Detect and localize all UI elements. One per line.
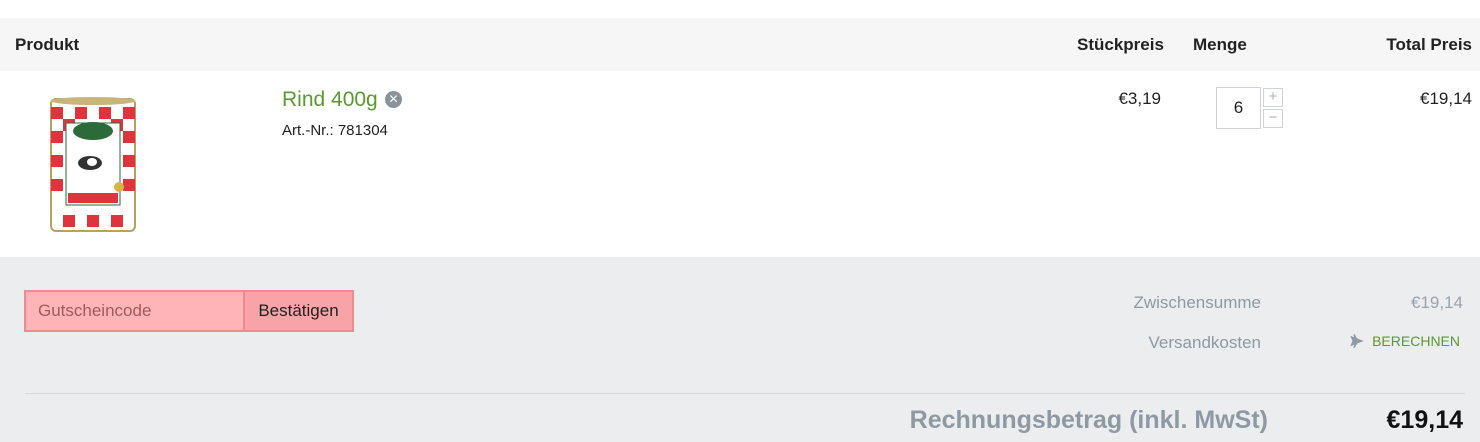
header-total-price: Total Preis [1386, 35, 1472, 54]
header-product: Produkt [15, 35, 80, 54]
summary-divider [25, 393, 1465, 394]
quantity-input[interactable]: 6 [1216, 87, 1261, 129]
quantity-increase-button[interactable]: + [1263, 88, 1283, 107]
subtotal-label: Zwischensumme [1133, 293, 1261, 312]
cart-summary: Bestätigen Zwischensumme €19,14 Versandk… [0, 257, 1480, 442]
unit-price: €3,19 [1118, 89, 1161, 108]
shipping-calculate-label: BERECHNEN [1372, 333, 1460, 349]
grand-total-label: Rechnungsbetrag (inkl. MwSt) [909, 406, 1268, 434]
article-number: Art.-Nr.: 781304 [282, 122, 388, 139]
shipping-label: Versandkosten [1148, 333, 1261, 352]
header-quantity: Menge [1193, 35, 1247, 54]
product-name-link[interactable]: Rind 400g [282, 88, 378, 112]
product-image[interactable] [48, 95, 138, 235]
cart-item-row: Rind 400g ✕ Art.-Nr.: 781304 €3,19 6 + −… [0, 71, 1480, 257]
header-unit-price: Stückpreis [1077, 35, 1164, 54]
shipping-calculate-link[interactable]: BERECHNEN [1348, 332, 1460, 350]
subtotal-value: €19,14 [1411, 293, 1463, 312]
cart-table-header: Produkt Stückpreis Menge Total Preis [0, 18, 1480, 71]
voucher-code-input[interactable] [24, 290, 243, 332]
quantity-decrease-button[interactable]: − [1263, 109, 1283, 128]
item-total-price: €19,14 [1420, 89, 1472, 108]
airplane-icon [1350, 334, 1364, 348]
remove-circle-icon[interactable]: ✕ [385, 91, 402, 108]
voucher-submit-button[interactable]: Bestätigen [243, 290, 354, 332]
grand-total-value: €19,14 [1386, 406, 1463, 434]
